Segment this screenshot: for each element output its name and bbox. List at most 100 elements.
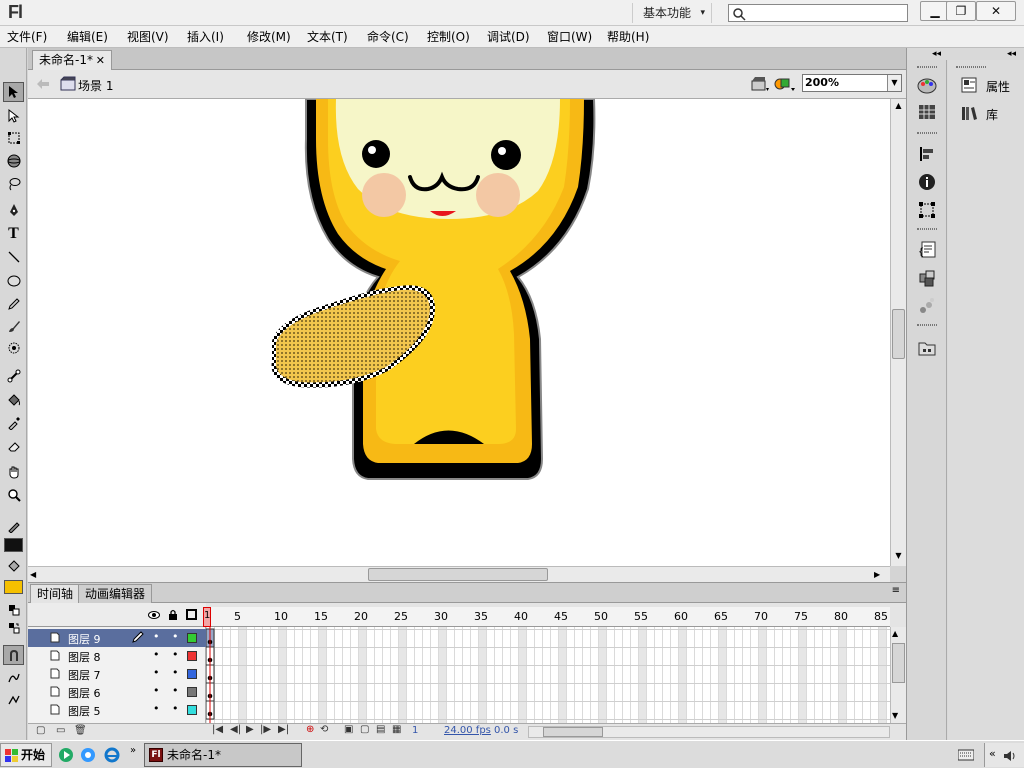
scene-label[interactable]: 场景 1 xyxy=(78,77,113,94)
timeline-hscroll-thumb[interactable] xyxy=(543,727,603,737)
deco-tool[interactable] xyxy=(3,338,24,358)
oval-tool[interactable] xyxy=(3,271,24,291)
menu-commands[interactable]: 命令(C) xyxy=(367,28,409,45)
zoom-tool[interactable] xyxy=(3,485,24,505)
pen-tool[interactable] xyxy=(3,200,24,220)
stage-canvas[interactable] xyxy=(28,99,890,566)
start-button[interactable]: 开始 xyxy=(0,743,52,767)
lock-dot[interactable]: • xyxy=(172,630,179,643)
edit-multiple-frames-icon[interactable]: ▤ xyxy=(376,724,385,735)
layer-row[interactable]: 图层 7 • • xyxy=(28,665,206,683)
zoom-select[interactable]: 200% ▼ xyxy=(802,74,902,92)
smooth-button[interactable] xyxy=(3,668,24,688)
menu-edit[interactable]: 编辑(E) xyxy=(67,28,108,45)
back-arrow-icon[interactable] xyxy=(36,78,50,90)
transform-panel-icon[interactable] xyxy=(917,200,937,220)
frame-grid[interactable] xyxy=(206,627,890,723)
panel-grip[interactable] xyxy=(917,66,937,68)
eraser-tool[interactable] xyxy=(3,436,24,456)
3d-rotation-tool[interactable] xyxy=(3,151,24,171)
new-layer-icon[interactable]: ▢ xyxy=(36,725,45,736)
scroll-down-icon[interactable]: ▼ xyxy=(892,711,898,720)
layer-row[interactable]: 图层 9 • • xyxy=(28,629,206,647)
media-player-icon[interactable] xyxy=(58,747,74,763)
step-forward-icon[interactable]: |▶ xyxy=(260,724,271,735)
scroll-left-icon[interactable]: ◀ xyxy=(30,568,42,581)
eyedropper-tool[interactable] xyxy=(3,413,24,433)
hand-tool[interactable] xyxy=(3,462,24,482)
panel-grip[interactable] xyxy=(917,228,937,230)
actions-icon[interactable]: { xyxy=(917,240,937,260)
restore-button[interactable]: ❐ xyxy=(946,1,976,21)
frame-ruler[interactable]: 1 5 10 15 20 25 30 35 40 45 50 55 60 65 … xyxy=(203,607,890,627)
layer-color-swatch[interactable] xyxy=(187,669,197,679)
properties-icon[interactable] xyxy=(960,76,978,94)
goto-last-frame-icon[interactable]: ▶| xyxy=(278,724,289,735)
vertical-scrollbar[interactable]: ▲ ▼ xyxy=(890,99,906,566)
layer-color-swatch[interactable] xyxy=(187,687,197,697)
menu-text[interactable]: 文本(T) xyxy=(307,28,348,45)
edit-scene-icon[interactable] xyxy=(750,75,770,93)
close-tab-icon[interactable]: ✕ xyxy=(96,51,105,70)
panel-grip[interactable] xyxy=(917,324,937,326)
text-tool[interactable]: T xyxy=(3,224,24,244)
lock-icon[interactable] xyxy=(168,609,178,621)
swatches-icon[interactable] xyxy=(917,102,937,122)
tab-motion-editor[interactable]: 动画编辑器 xyxy=(78,584,153,603)
layer-row[interactable]: 图层 8 • • xyxy=(28,647,206,665)
fill-color-control[interactable] xyxy=(3,556,24,576)
internet-explorer-icon[interactable] xyxy=(104,747,120,763)
free-transform-tool[interactable] xyxy=(3,128,24,148)
pencil-tool[interactable] xyxy=(3,294,24,314)
chevron-right-icon[interactable]: » xyxy=(130,745,136,756)
layer-color-swatch[interactable] xyxy=(187,651,197,661)
onion-skin-icon[interactable]: ▣ xyxy=(344,724,353,735)
menu-control[interactable]: 控制(O) xyxy=(427,28,470,45)
snap-to-objects-button[interactable] xyxy=(3,645,24,665)
lock-dot[interactable]: • xyxy=(172,702,179,715)
timeline-horizontal-scrollbar[interactable] xyxy=(528,726,890,738)
line-tool[interactable] xyxy=(3,247,24,267)
project-icon[interactable] xyxy=(917,338,937,358)
horizontal-scrollbar[interactable]: ◀ ▶ xyxy=(28,566,890,582)
vertical-scroll-thumb[interactable] xyxy=(892,309,905,359)
swap-colors-button[interactable] xyxy=(3,618,24,638)
visibility-dot[interactable]: • xyxy=(153,702,160,715)
lock-dot[interactable]: • xyxy=(172,684,179,697)
info-icon[interactable] xyxy=(917,172,937,192)
menu-debug[interactable]: 调试(D) xyxy=(487,28,530,45)
stroke-color-swatch[interactable] xyxy=(4,538,23,552)
onion-outline-icon[interactable]: ▢ xyxy=(360,724,369,735)
lock-dot[interactable]: • xyxy=(172,666,179,679)
menu-window[interactable]: 窗口(W) xyxy=(547,28,592,45)
layer-row[interactable]: 图层 6 • • xyxy=(28,683,206,701)
edit-symbols-icon[interactable] xyxy=(774,75,796,93)
components-icon[interactable] xyxy=(917,268,937,288)
keyboard-icon[interactable] xyxy=(958,749,974,761)
scroll-up-icon[interactable]: ▲ xyxy=(892,101,905,113)
straighten-button[interactable] xyxy=(3,690,24,710)
menu-view[interactable]: 视图(V) xyxy=(127,28,169,45)
visibility-dot[interactable]: • xyxy=(153,630,160,643)
selection-tool[interactable] xyxy=(3,82,24,102)
frame-rate[interactable]: 24.00 fps xyxy=(444,725,491,736)
collapse-icon[interactable]: ◂◂ xyxy=(932,49,941,59)
delete-layer-icon[interactable]: 🗑 xyxy=(74,725,87,736)
lock-dot[interactable]: • xyxy=(172,648,179,661)
eye-icon[interactable] xyxy=(148,611,160,619)
brush-tool[interactable] xyxy=(3,316,24,336)
play-icon[interactable]: ▶ xyxy=(246,724,254,735)
library-icon[interactable] xyxy=(960,104,978,122)
movie-explorer-icon[interactable] xyxy=(917,296,937,316)
stroke-color-control[interactable] xyxy=(3,516,24,536)
goto-first-frame-icon[interactable]: |◀ xyxy=(212,724,223,735)
align-icon[interactable] xyxy=(917,144,937,164)
timeline-scroll-thumb[interactable] xyxy=(892,643,905,683)
color-icon[interactable] xyxy=(917,76,937,96)
menu-insert[interactable]: 插入(I) xyxy=(187,28,224,45)
center-frame-icon[interactable]: ⊕ xyxy=(306,724,314,735)
loop-icon[interactable]: ⟲ xyxy=(320,724,328,735)
menu-file[interactable]: 文件(F) xyxy=(7,28,47,45)
subselection-tool[interactable] xyxy=(3,106,24,126)
app-shortcut-icon[interactable] xyxy=(80,747,96,763)
